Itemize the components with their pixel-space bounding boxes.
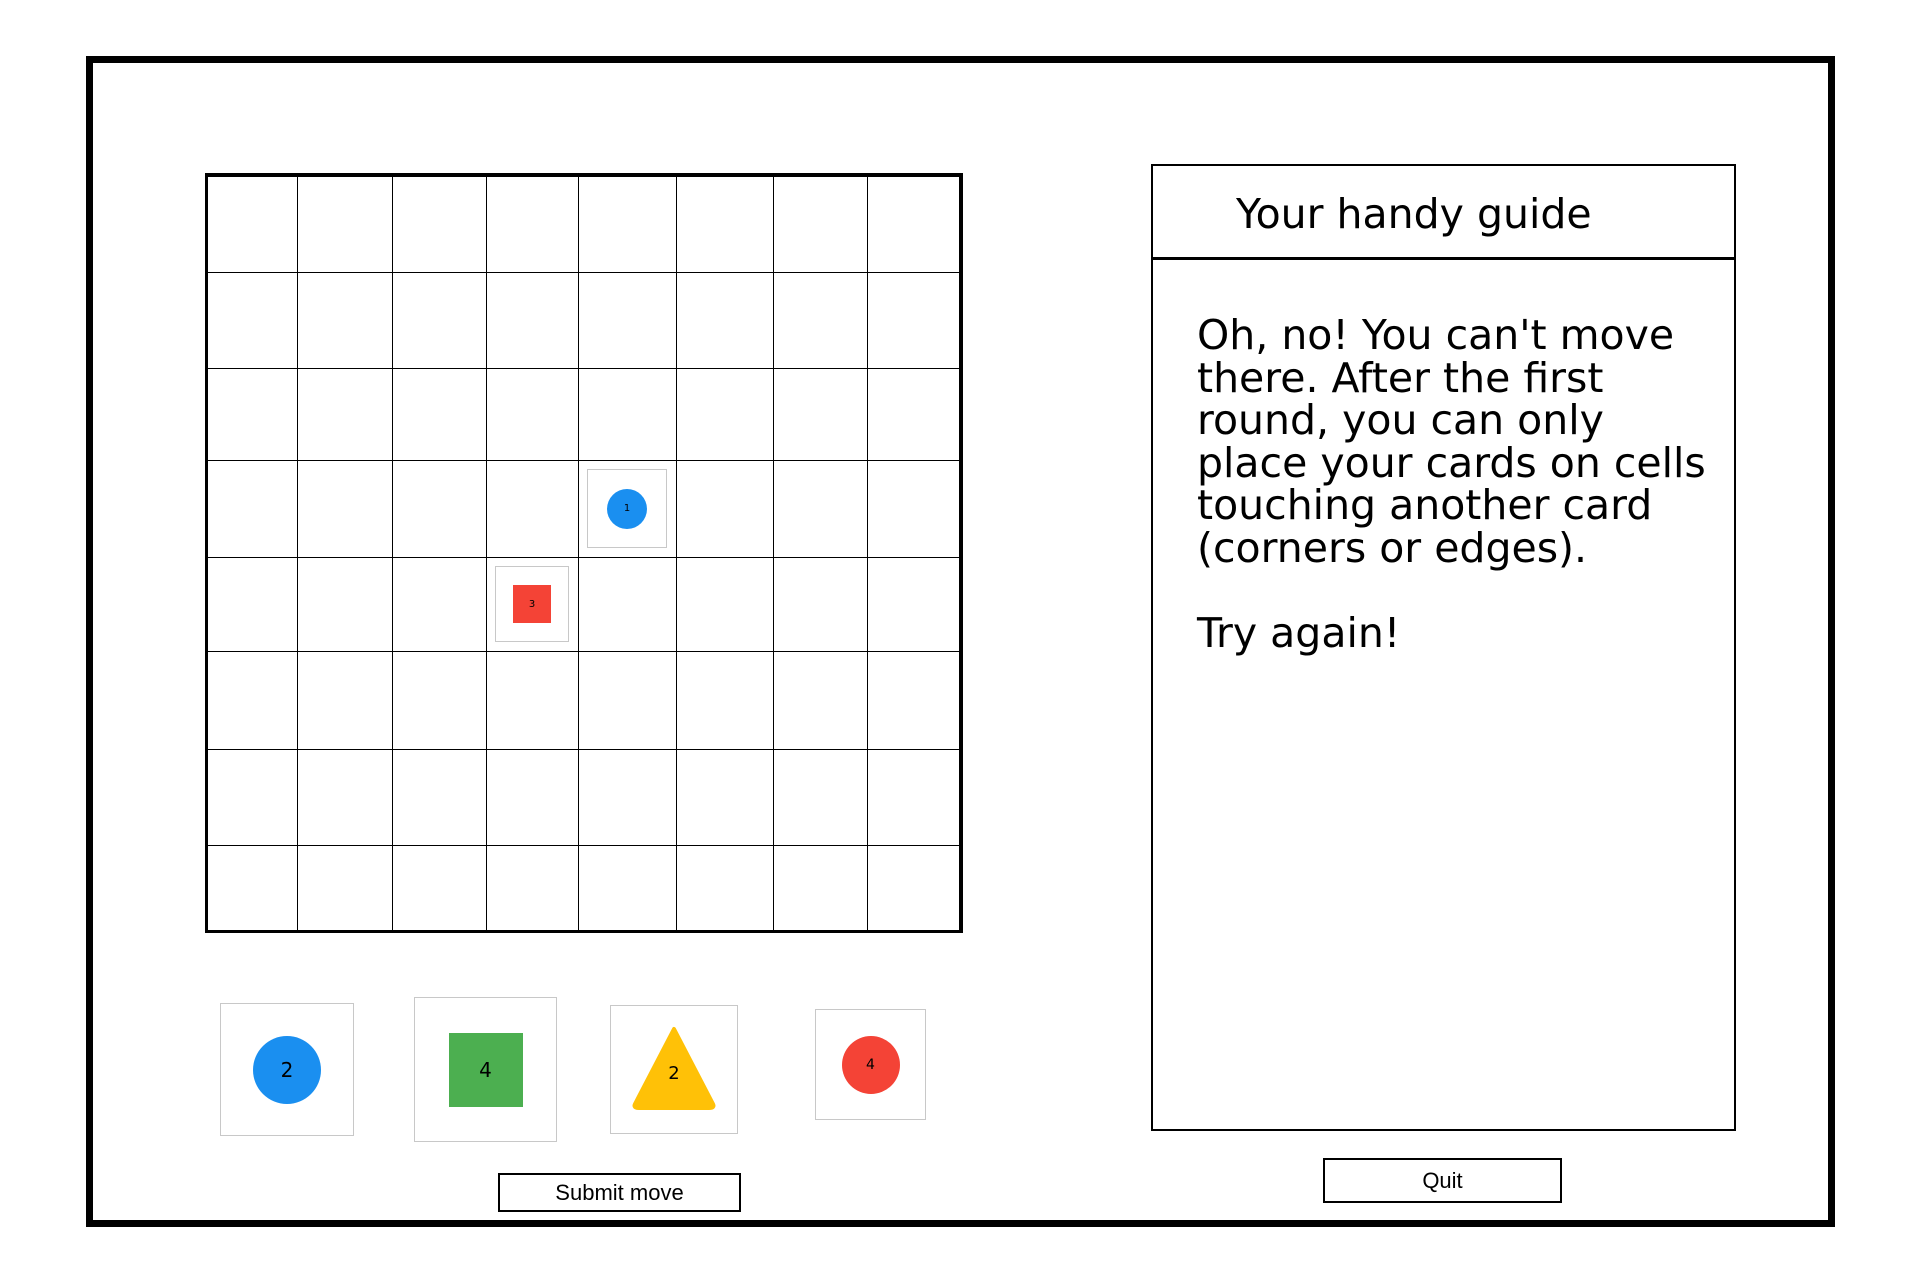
board-cell-r3-c7[interactable] [773, 368, 868, 461]
game-board: 13 [205, 173, 963, 933]
board-cell-r5-c8[interactable] [867, 557, 960, 652]
board-cell-r7-c7[interactable] [773, 749, 868, 846]
board-cell-r2-c2[interactable] [297, 272, 393, 369]
board-cell-r3-c4[interactable] [486, 368, 579, 461]
board-cell-r8-c5[interactable] [578, 845, 677, 931]
board-cell-r8-c6[interactable] [676, 845, 774, 931]
circle-icon: 2 [253, 1035, 321, 1104]
board-cell-r3-c1[interactable] [207, 368, 298, 461]
board-cell-r7-c3[interactable] [392, 749, 487, 846]
board-cell-r8-c4[interactable] [486, 845, 579, 931]
board-cell-r3-c6[interactable] [676, 368, 774, 461]
board-cell-r5-c7[interactable] [773, 557, 868, 652]
board-cell-r6-c7[interactable] [773, 651, 868, 750]
board-cell-r8-c8[interactable] [867, 845, 960, 931]
placed-card: 3 [495, 566, 569, 642]
placed-card-circle-icon: 1 [607, 488, 647, 529]
board-cell-r6-c3[interactable] [392, 651, 487, 750]
board-cell-r3-c8[interactable] [867, 368, 960, 461]
board-cell-r2-c5[interactable] [578, 272, 677, 369]
board-cell-r2-c4[interactable] [486, 272, 579, 369]
board-cell-r2-c8[interactable] [867, 272, 960, 369]
placed-card-square-icon: 3 [513, 585, 551, 623]
board-cell-r2-c6[interactable] [676, 272, 774, 369]
board-cell-r5-c6[interactable] [676, 557, 774, 652]
board-cell-r2-c3[interactable] [392, 272, 487, 369]
board-cell-r4-c2[interactable] [297, 460, 393, 558]
board-cell-r6-c2[interactable] [297, 651, 393, 750]
board-cell-r7-c4[interactable] [486, 749, 579, 846]
board-cell-r5-c5[interactable] [578, 557, 677, 652]
board-cell-r6-c1[interactable] [207, 651, 298, 750]
board-cell-r8-c2[interactable] [297, 845, 393, 931]
board-cell-r4-c6[interactable] [676, 460, 774, 558]
hand-card[interactable]: 2 [220, 1003, 354, 1136]
square-icon: 4 [448, 1032, 523, 1107]
board-cell-r3-c2[interactable] [297, 368, 393, 461]
circle-icon: 4 [841, 1035, 900, 1094]
board-cell-r5-c2[interactable] [297, 557, 393, 652]
board-cell-r3-c3[interactable] [392, 368, 487, 461]
board-cell-r6-c5[interactable] [578, 651, 677, 750]
board-cell-r4-c3[interactable] [392, 460, 487, 558]
board-cell-r7-c8[interactable] [867, 749, 960, 846]
hand-card[interactable]: 4 [414, 997, 557, 1142]
board-cell-r6-c8[interactable] [867, 651, 960, 750]
board-cell-r4-c1[interactable] [207, 460, 298, 558]
board-cell-r8-c3[interactable] [392, 845, 487, 931]
board-cell-r4-c7[interactable] [773, 460, 868, 558]
guide-message: Oh, no! You can't move there. After the … [1197, 311, 1706, 657]
board-cell-r2-c7[interactable] [773, 272, 868, 369]
board-cell-r7-c1[interactable] [207, 749, 298, 846]
board-cell-r1-c7[interactable] [773, 176, 868, 273]
board-cell-r8-c7[interactable] [773, 845, 868, 931]
board-cell-r1-c1[interactable] [207, 176, 298, 273]
guide-panel: Your handy guide Oh, no! You can't move … [1151, 164, 1736, 1131]
board-cell-r1-c2[interactable] [297, 176, 393, 273]
board-cell-r6-c4[interactable] [486, 651, 579, 750]
triangle-icon: 2 [632, 1027, 716, 1110]
hand-card[interactable]: 2 [610, 1005, 738, 1134]
hand-card-number: 2 [668, 1063, 679, 1084]
submit-move-button[interactable]: Submit move [498, 1173, 741, 1212]
board-cell-r1-c4[interactable] [486, 176, 579, 273]
board-cell-r8-c1[interactable] [207, 845, 298, 931]
board-cell-r7-c2[interactable] [297, 749, 393, 846]
board-cell-r5-c1[interactable] [207, 557, 298, 652]
board-cell-r2-c1[interactable] [207, 272, 298, 369]
guide-title: Your handy guide [1236, 190, 1592, 238]
board-cell-r5-c3[interactable] [392, 557, 487, 652]
board-cell-r7-c6[interactable] [676, 749, 774, 846]
board-cell-r3-c5[interactable] [578, 368, 677, 461]
quit-button[interactable]: Quit [1323, 1158, 1562, 1203]
board-cell-r1-c5[interactable] [578, 176, 677, 273]
placed-card: 1 [587, 469, 667, 548]
board-cell-r1-c8[interactable] [867, 176, 960, 273]
board-cell-r1-c6[interactable] [676, 176, 774, 273]
hand-card[interactable]: 4 [815, 1009, 926, 1120]
board-cell-r4-c8[interactable] [867, 460, 960, 558]
guide-header: Your handy guide [1153, 166, 1734, 260]
board-cell-r1-c3[interactable] [392, 176, 487, 273]
board-cell-r7-c5[interactable] [578, 749, 677, 846]
board-cell-r6-c6[interactable] [676, 651, 774, 750]
board-cell-r4-c4[interactable] [486, 460, 579, 558]
